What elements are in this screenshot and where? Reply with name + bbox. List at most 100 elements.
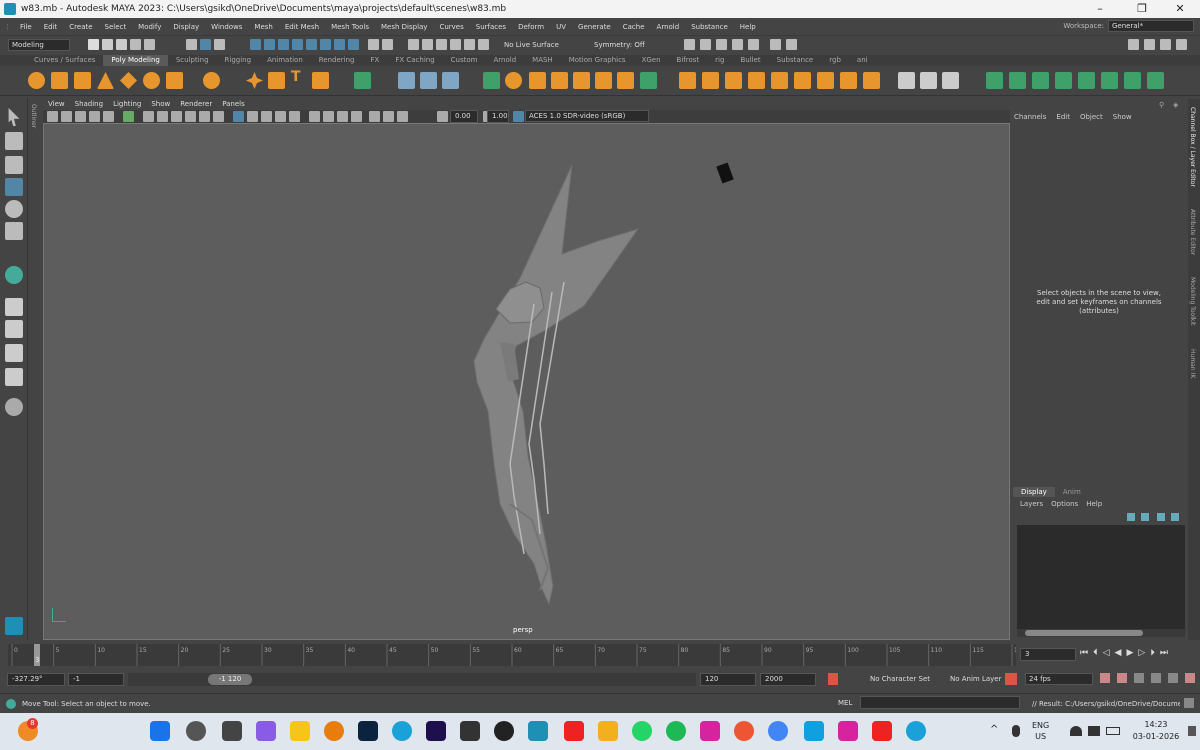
safe-action-icon[interactable]: [213, 111, 224, 122]
shelf-tab-sculpting[interactable]: Sculpting: [168, 55, 217, 66]
poly-torus-icon[interactable]: [143, 72, 160, 89]
minimize-button[interactable]: –: [1080, 0, 1120, 18]
menu-cache[interactable]: Cache: [617, 23, 651, 31]
maya-home-icon[interactable]: [5, 617, 23, 635]
anim-end-field[interactable]: 120: [700, 673, 756, 686]
collapse-icon[interactable]: [794, 72, 811, 89]
channels-menu[interactable]: Channels: [1014, 113, 1046, 121]
arnold-render-view-icon[interactable]: [770, 39, 781, 50]
pick-mask-3-icon[interactable]: [278, 39, 289, 50]
snap-grid-icon[interactable]: [408, 39, 419, 50]
menu-edit[interactable]: Edit: [38, 23, 64, 31]
tool-settings-icon[interactable]: [1160, 39, 1171, 50]
link-app-icon[interactable]: [460, 721, 480, 741]
screen-space-ao-icon[interactable]: [323, 111, 334, 122]
undo-icon[interactable]: [130, 39, 141, 50]
shelf-tab-rigging[interactable]: Rigging: [217, 55, 260, 66]
snap-view-icon[interactable]: [464, 39, 475, 50]
step-back-key-icon[interactable]: ⏴: [1093, 648, 1098, 658]
channel-object-menu[interactable]: Object: [1080, 113, 1103, 121]
sweep-mesh-icon[interactable]: [268, 72, 285, 89]
language-indicator[interactable]: ENG US: [1032, 720, 1049, 742]
rotate-tool-icon[interactable]: [5, 200, 23, 218]
menu-generate[interactable]: Generate: [572, 23, 617, 31]
isolate-select-icon[interactable]: [369, 111, 380, 122]
menu-uv[interactable]: UV: [550, 23, 572, 31]
bevel-icon[interactable]: [573, 72, 590, 89]
3d-viewport[interactable]: persp: [43, 123, 1010, 640]
field-chart-icon[interactable]: [199, 111, 210, 122]
layers-menu[interactable]: Layers: [1020, 500, 1043, 508]
poly-disc-icon[interactable]: [166, 72, 183, 89]
menu-display[interactable]: Display: [167, 23, 205, 31]
wireframe-icon[interactable]: [233, 111, 244, 122]
shelf-tab-poly-modeling[interactable]: Poly Modeling: [103, 55, 168, 66]
anim-layer-key-icon[interactable]: [1005, 673, 1017, 685]
volume-icon[interactable]: [1088, 726, 1100, 736]
multi-cut-icon[interactable]: [640, 72, 657, 89]
image-plane-icon[interactable]: [89, 111, 100, 122]
tab-display-layers[interactable]: Display: [1013, 487, 1055, 497]
pause-render-icon[interactable]: [786, 39, 797, 50]
file-explorer-icon[interactable]: [598, 721, 618, 741]
tab-human-ik[interactable]: Human IK: [1189, 349, 1196, 378]
new-scene-icon[interactable]: [88, 39, 99, 50]
snap-point-icon[interactable]: [436, 39, 447, 50]
play-backwards-icon[interactable]: ◀: [1115, 648, 1122, 658]
pick-mask-8-icon[interactable]: [348, 39, 359, 50]
lock-selection-icon[interactable]: [368, 39, 379, 50]
edge-2-icon[interactable]: [906, 721, 926, 741]
pick-mask-2-icon[interactable]: [264, 39, 275, 50]
shelf-tab-curves-surfaces[interactable]: Curves / Surfaces: [26, 55, 103, 66]
hypershade-icon[interactable]: [748, 39, 759, 50]
tab-modeling-toolkit[interactable]: Modeling Toolkit: [1189, 277, 1196, 325]
time-ruler[interactable]: 0 5 10 15 20 25 30 35 40 45 50 55 60 65 70 75 80 85 90 95 10…: [8, 644, 1016, 666]
persp-outliner-icon[interactable]: [5, 344, 23, 362]
step-back-frame-icon[interactable]: ◁: [1103, 648, 1110, 658]
menu-mesh[interactable]: Mesh: [248, 23, 278, 31]
vp-menu-panels[interactable]: Panels: [217, 99, 250, 110]
instagram-2-icon[interactable]: [838, 721, 858, 741]
layer-scrollbar[interactable]: [1017, 629, 1185, 637]
wifi-icon[interactable]: [1070, 726, 1082, 736]
uv-symmetry-icon[interactable]: [1124, 72, 1141, 89]
move-tool-icon[interactable]: [5, 178, 23, 196]
store-app-icon[interactable]: [804, 721, 824, 741]
channel-box-icon[interactable]: [1176, 39, 1187, 50]
render-settings-icon[interactable]: [732, 39, 743, 50]
channel-show-menu[interactable]: Show: [1113, 113, 1132, 121]
shelf-tab-ani[interactable]: ani: [849, 55, 876, 66]
poly-sphere-icon[interactable]: [28, 72, 45, 89]
notification-icon[interactable]: [1188, 726, 1196, 736]
blender-icon[interactable]: [324, 721, 344, 741]
shelf-tab-rgb[interactable]: rgb: [821, 55, 849, 66]
options-menu[interactable]: Options: [1051, 500, 1078, 508]
super-shape-icon[interactable]: [246, 72, 263, 89]
fill-hole-icon[interactable]: [595, 72, 612, 89]
camera-attributes-icon[interactable]: [61, 111, 72, 122]
menu-windows[interactable]: Windows: [205, 23, 248, 31]
poly-plane-icon[interactable]: [120, 72, 137, 89]
anim-prefs-icon[interactable]: [1168, 673, 1178, 683]
search-taskbar-icon[interactable]: [186, 721, 206, 741]
menu-mesh-tools[interactable]: Mesh Tools: [325, 23, 375, 31]
pick-mask-4-icon[interactable]: [292, 39, 303, 50]
menu-modify[interactable]: Modify: [132, 23, 167, 31]
spotify-icon[interactable]: [666, 721, 686, 741]
mesh-grid-icon[interactable]: [354, 72, 371, 89]
extrude-icon[interactable]: [551, 72, 568, 89]
range-slider[interactable]: -1 120: [128, 673, 696, 686]
whatsapp-icon[interactable]: [632, 721, 652, 741]
select-by-object-icon[interactable]: [200, 39, 211, 50]
make-live-icon[interactable]: [478, 39, 489, 50]
orient-shells-icon[interactable]: [1055, 72, 1072, 89]
play-forwards-icon[interactable]: ▶: [1126, 648, 1133, 658]
menu-create[interactable]: Create: [63, 23, 98, 31]
xray-icon[interactable]: [383, 111, 394, 122]
harp-model[interactable]: [44, 124, 1009, 639]
connect-icon[interactable]: [817, 72, 834, 89]
channel-box-layout-icon[interactable]: ◈: [1173, 101, 1178, 109]
menu-deform[interactable]: Deform: [512, 23, 550, 31]
close-button[interactable]: ✕: [1160, 0, 1200, 18]
outliner-layout-icon[interactable]: [5, 368, 23, 386]
